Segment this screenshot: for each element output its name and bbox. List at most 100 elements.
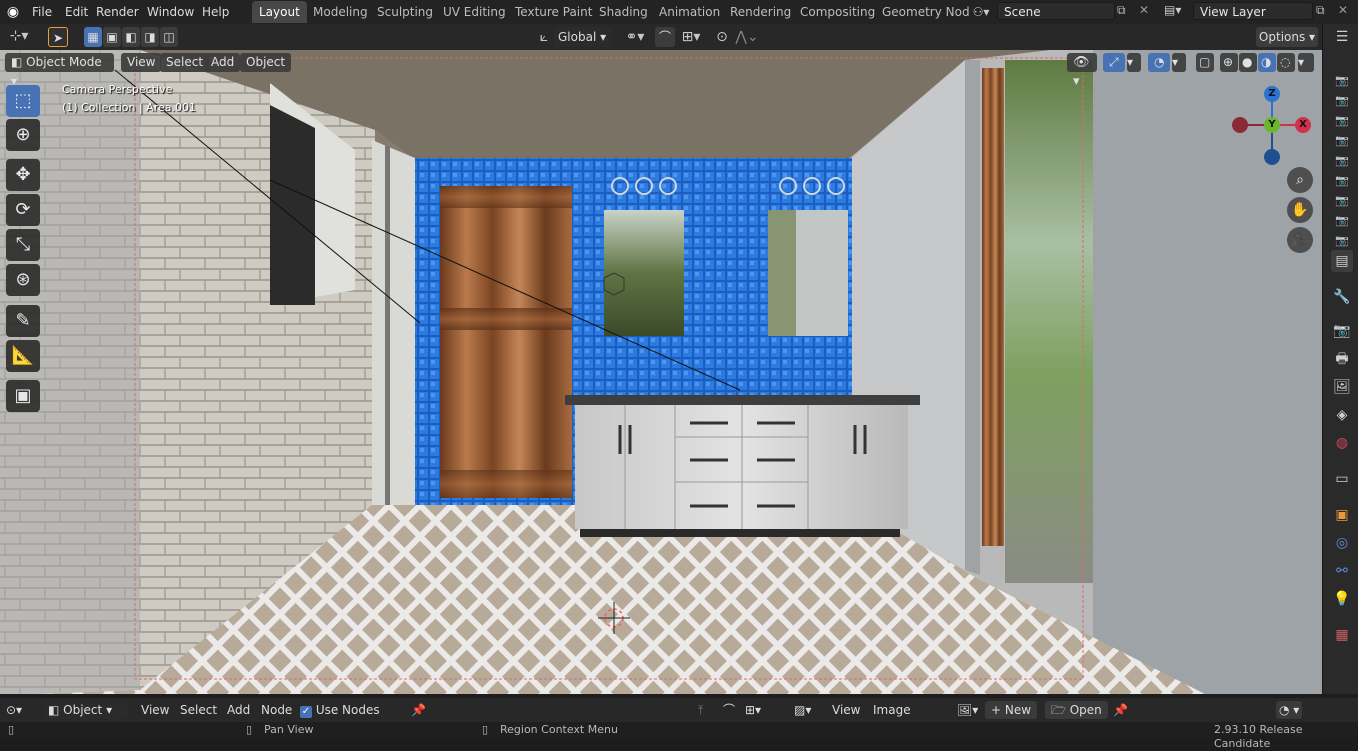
view-layer-field[interactable]: View Layer bbox=[1193, 2, 1313, 20]
menu-render[interactable]: Render bbox=[90, 3, 145, 21]
viewport-menu-object[interactable]: Object bbox=[240, 53, 292, 72]
snap-target-icon[interactable]: ⊞▾ bbox=[676, 27, 706, 47]
proportional-edit-icon[interactable]: ⊙ bbox=[714, 27, 730, 47]
node-menu-select[interactable]: Select bbox=[180, 701, 217, 719]
tab-texture-paint[interactable]: Texture Paint bbox=[508, 1, 599, 23]
gizmo-dropdown-icon[interactable]: ▾ bbox=[1127, 53, 1141, 72]
overlay-toggle-icon[interactable]: ◔ bbox=[1148, 53, 1170, 72]
select-extend-icon[interactable]: ▣ bbox=[103, 27, 121, 47]
solid-shading-icon[interactable]: ● bbox=[1239, 53, 1257, 72]
gizmo-x-icon[interactable]: X bbox=[1295, 117, 1311, 133]
visibility-icon[interactable]: 👁▾ bbox=[1067, 53, 1097, 89]
outliner-camera-icon[interactable]: 📷 bbox=[1331, 170, 1353, 192]
node-menu-node[interactable]: Node bbox=[261, 701, 292, 719]
view-layer-copy-icon[interactable]: ⧉ bbox=[1316, 3, 1325, 18]
scene-close-icon[interactable]: ✕ bbox=[1139, 3, 1149, 17]
view-layer-icon[interactable]: ▤▾ bbox=[1164, 3, 1190, 17]
camera-view-icon[interactable]: 🎥 bbox=[1287, 227, 1313, 253]
select-box-icon[interactable]: ⬚ bbox=[6, 85, 40, 117]
tab-compositing[interactable]: Compositing bbox=[793, 1, 882, 23]
rendered-shading-icon[interactable]: ◌ bbox=[1277, 53, 1295, 72]
outliner-camera-icon[interactable]: 📷 bbox=[1331, 110, 1353, 132]
scene-icon[interactable]: ⚇▾ bbox=[968, 3, 994, 21]
world-properties-icon[interactable]: ◍ bbox=[1331, 432, 1353, 454]
outliner-camera-icon[interactable]: 📷 bbox=[1331, 70, 1353, 92]
parent-node-icon[interactable]: ⤒ bbox=[698, 701, 703, 719]
pan-hand-icon[interactable]: ✋ bbox=[1287, 197, 1313, 223]
rotate-icon[interactable]: ⟳ bbox=[6, 194, 40, 226]
scale-icon[interactable]: ⤡ bbox=[6, 229, 40, 261]
image-editor-type-icon[interactable]: ▨▾ bbox=[794, 701, 811, 719]
constraint-properties-icon[interactable]: ⚯ bbox=[1331, 560, 1353, 582]
gizmo-y-icon[interactable]: Y bbox=[1264, 117, 1280, 133]
menu-window[interactable]: Window bbox=[141, 3, 200, 21]
menu-edit[interactable]: Edit bbox=[59, 3, 94, 21]
add-cube-icon[interactable]: ▣ bbox=[6, 380, 40, 412]
gizmo-neg-x-icon[interactable] bbox=[1232, 117, 1248, 133]
pivot-point-icon[interactable]: ⚭▾ bbox=[621, 27, 649, 47]
image-pin-icon[interactable]: 📌 bbox=[1113, 701, 1128, 719]
scene-copy-icon[interactable]: ⧉ bbox=[1117, 3, 1126, 18]
zoom-icon[interactable]: ⌕ bbox=[1287, 167, 1313, 193]
shading-dropdown-icon[interactable]: ▾ bbox=[1298, 53, 1314, 72]
material-shading-icon[interactable]: ◑ bbox=[1258, 53, 1276, 72]
transform-icon[interactable]: ⊛ bbox=[6, 264, 40, 296]
scene-properties-icon[interactable]: ◈ bbox=[1331, 404, 1353, 426]
image-overlay-icon[interactable]: ◔ ▾ bbox=[1276, 701, 1303, 719]
outliner-editor-icon[interactable]: ☰ bbox=[1331, 26, 1353, 48]
tab-modeling[interactable]: Modeling bbox=[306, 1, 375, 23]
outliner-camera-icon[interactable]: 📷 bbox=[1331, 210, 1353, 232]
menu-help[interactable]: Help bbox=[196, 3, 235, 21]
wireframe-shading-icon[interactable]: ⊕ bbox=[1220, 53, 1238, 72]
gizmo-toggle-icon[interactable]: ⤢ bbox=[1103, 53, 1125, 72]
object-properties-icon[interactable]: ▣ bbox=[1331, 504, 1353, 526]
view-layer-close-icon[interactable]: ✕ bbox=[1338, 3, 1348, 17]
outliner-camera-icon[interactable]: 📷 bbox=[1331, 130, 1353, 152]
viewport-menu-select[interactable]: Select bbox=[160, 53, 210, 72]
select-new-icon[interactable]: ▦ bbox=[84, 27, 102, 47]
tab-uv-editing[interactable]: UV Editing bbox=[436, 1, 513, 23]
collection-properties-icon[interactable]: ▭ bbox=[1331, 468, 1353, 490]
editor-type-icon[interactable]: ⊙▾ bbox=[6, 701, 34, 719]
overlay-dropdown-icon[interactable]: ▾ bbox=[1172, 53, 1186, 72]
transform-orientation-dropdown[interactable]: Global ▾ bbox=[554, 27, 612, 47]
gizmo-neg-z-icon[interactable] bbox=[1264, 149, 1280, 165]
menu-file[interactable]: File bbox=[26, 3, 58, 21]
tab-layout[interactable]: Layout bbox=[252, 1, 307, 23]
tab-animation[interactable]: Animation bbox=[652, 1, 727, 23]
render-properties-icon[interactable]: 📷 bbox=[1331, 320, 1353, 342]
mode-dropdown[interactable]: ◧ Object Mode ▾ bbox=[5, 53, 114, 88]
move-icon[interactable]: ✥ bbox=[6, 159, 40, 191]
scene-field[interactable]: Scene bbox=[997, 2, 1115, 20]
node-snap-icon[interactable]: ⌒ bbox=[723, 701, 735, 719]
texture-properties-icon[interactable]: ▦ bbox=[1331, 624, 1353, 646]
node-snap-type-icon[interactable]: ⊞▾ bbox=[745, 701, 761, 719]
falloff-icon[interactable]: ⋀⌄ bbox=[734, 27, 760, 47]
node-menu-view[interactable]: View bbox=[141, 701, 169, 719]
editor-type-icon[interactable]: ⊹▾ bbox=[4, 26, 34, 46]
image-menu-image[interactable]: Image bbox=[873, 701, 911, 719]
xray-icon[interactable]: ▢ bbox=[1196, 53, 1214, 72]
new-image-button[interactable]: + New bbox=[985, 701, 1038, 719]
tab-rendering[interactable]: Rendering bbox=[723, 1, 798, 23]
select-invert-icon[interactable]: ◨ bbox=[141, 27, 159, 47]
outliner-camera-icon[interactable]: 📷 bbox=[1331, 190, 1353, 212]
viewport-menu-view[interactable]: View bbox=[121, 53, 162, 72]
measure-icon[interactable]: 📐 bbox=[6, 340, 40, 372]
outliner-camera-icon[interactable]: 📷 bbox=[1331, 90, 1353, 112]
select-intersect-icon[interactable]: ◫ bbox=[160, 27, 178, 47]
options-button[interactable]: Options ▾ bbox=[1256, 27, 1318, 47]
light-data-icon[interactable]: 💡 bbox=[1331, 588, 1353, 610]
outliner-camera-icon[interactable]: 📷 bbox=[1331, 150, 1353, 172]
cursor-icon[interactable]: ⊕ bbox=[6, 119, 40, 151]
select-box-tool-icon[interactable]: ➤ bbox=[48, 27, 68, 47]
pin-icon[interactable]: 📌 bbox=[411, 701, 426, 719]
tab-shading[interactable]: Shading bbox=[592, 1, 655, 23]
tool-properties-icon[interactable]: 🔧 bbox=[1331, 286, 1353, 308]
tab-sculpting[interactable]: Sculpting bbox=[370, 1, 440, 23]
blender-logo-icon[interactable]: ◉ bbox=[4, 3, 22, 21]
image-menu-view[interactable]: View bbox=[832, 701, 860, 719]
select-subtract-icon[interactable]: ◧ bbox=[122, 27, 140, 47]
properties-editor-icon[interactable]: ▤ bbox=[1331, 250, 1353, 272]
open-image-button[interactable]: 🗁 Open bbox=[1045, 701, 1108, 719]
